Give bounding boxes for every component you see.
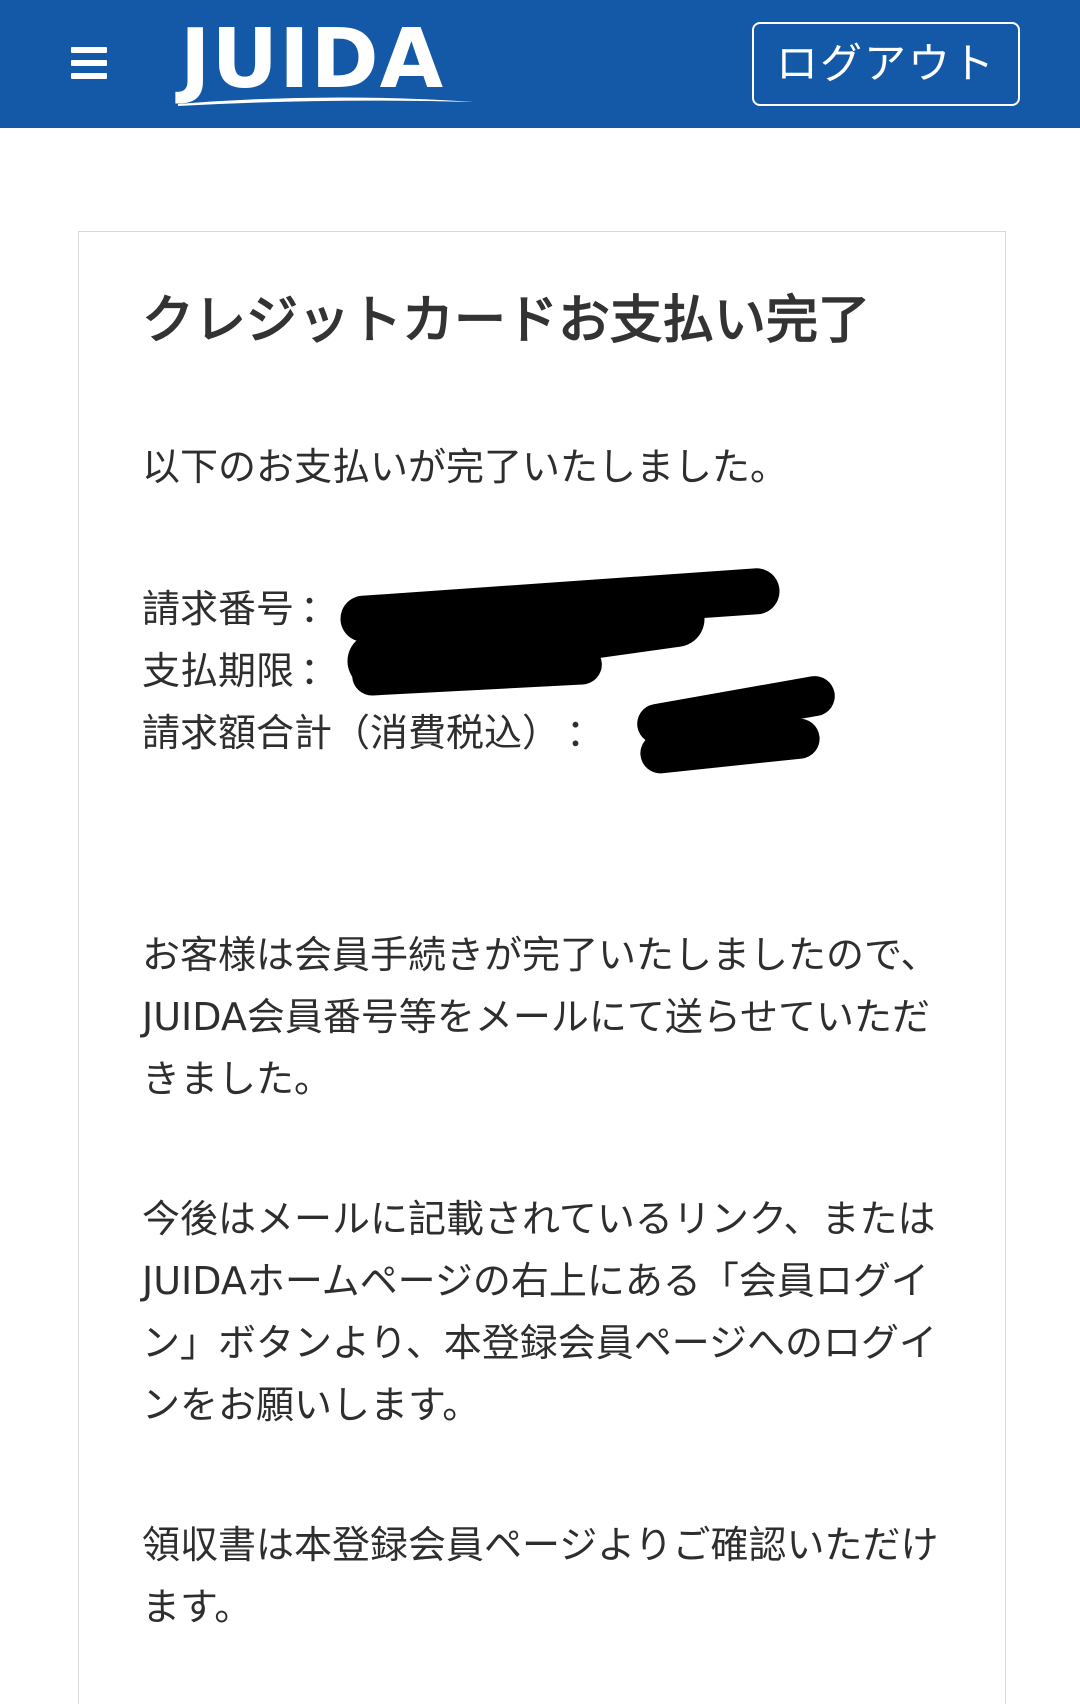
juida-logo[interactable]: JUIDA xyxy=(176,10,476,116)
menu-bar-top xyxy=(71,47,107,53)
member-registration-text: お客様は会員手続きが完了いたしましたので、JUIDA会員番号等をメールにて送らせ… xyxy=(142,933,939,1101)
hamburger-menu-icon[interactable] xyxy=(64,40,114,86)
logout-button[interactable]: ログアウト xyxy=(752,22,1020,106)
payment-deadline-label: 支払期限 xyxy=(142,649,295,693)
receipt-info-text: 領収書は本登録会員ページよりご確認いただけます。 xyxy=(142,1523,939,1629)
invoice-number-label: 請求番号 xyxy=(142,587,295,631)
login-instruction-text: 今後はメールに記載されているリンク、またはJUIDAホームページの右上にある「会… xyxy=(142,1197,937,1427)
total-amount-label: 請求額合計（消費税込） xyxy=(142,711,561,755)
menu-bar-bottom xyxy=(71,73,107,79)
intro-text: 以下のお支払いが完了いたしました。 xyxy=(142,445,789,489)
separator: ： xyxy=(300,649,339,693)
separator: ： xyxy=(566,711,605,755)
logo-swoosh-icon xyxy=(178,97,474,106)
app-header: JUIDA ログアウト xyxy=(0,0,1080,128)
separator: ： xyxy=(300,587,339,631)
menu-bar-middle xyxy=(71,60,107,66)
page-title: クレジットカードお支払い完了 xyxy=(142,291,871,351)
